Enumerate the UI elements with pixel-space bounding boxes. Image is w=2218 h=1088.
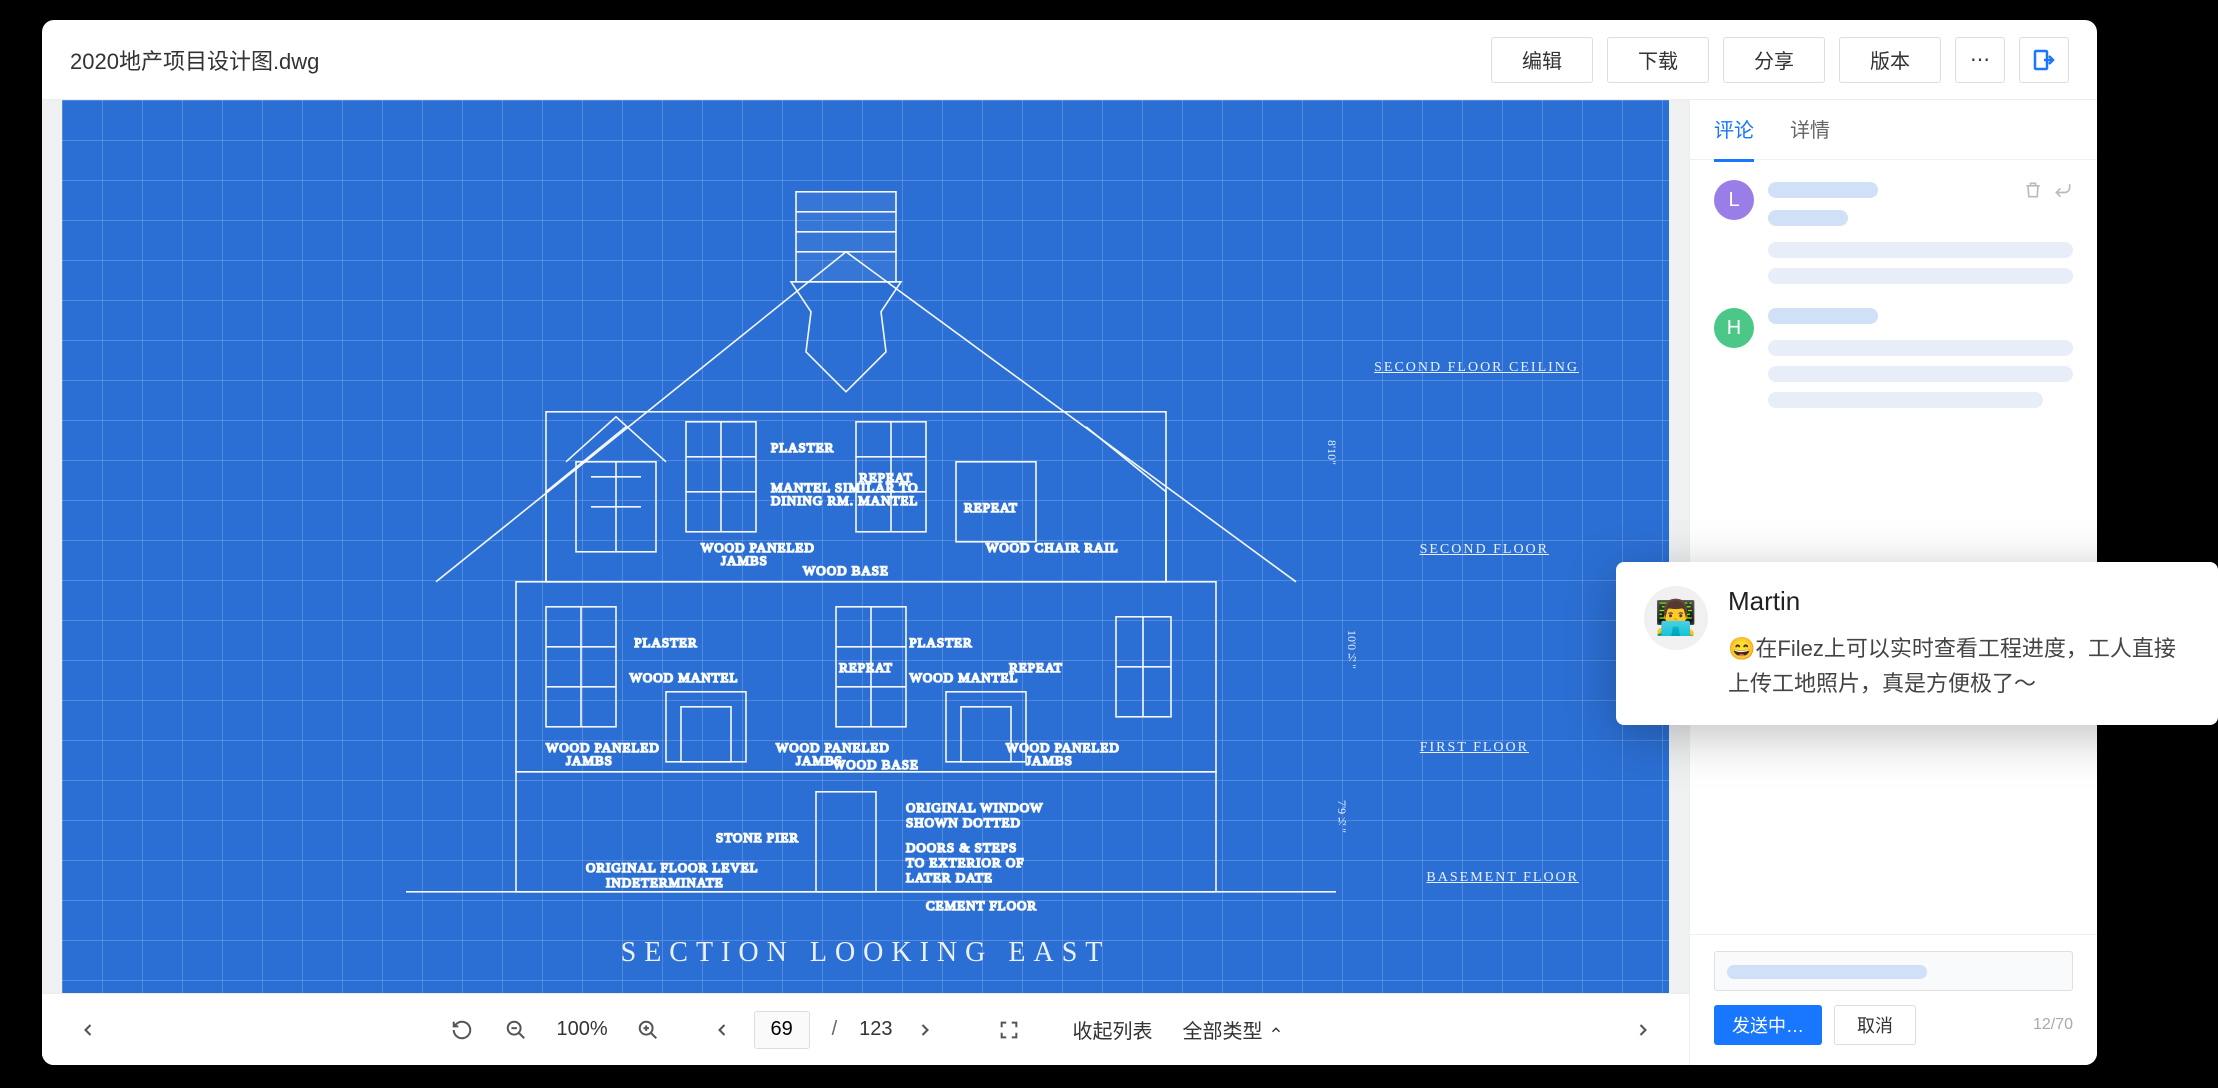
- svg-text:SHOWN DOTTED: SHOWN DOTTED: [906, 814, 1021, 829]
- svg-text:PLASTER: PLASTER: [634, 634, 697, 649]
- svg-text:WOOD CHAIR RAIL: WOOD CHAIR RAIL: [986, 539, 1119, 554]
- compose-area: 发送中… 取消 12/70: [1690, 934, 2097, 1065]
- svg-text:JAMBS: JAMBS: [566, 752, 613, 767]
- download-button[interactable]: 下载: [1607, 37, 1709, 83]
- svg-text:DINING RM. MANTEL: DINING RM. MANTEL: [771, 492, 918, 507]
- page-separator: /: [832, 1018, 838, 1041]
- svg-text:WOOD MANTEL: WOOD MANTEL: [909, 669, 1018, 684]
- svg-text:WOOD BASE: WOOD BASE: [833, 756, 919, 771]
- zoom-out-icon: [505, 1019, 527, 1041]
- svg-text:JAMBS: JAMBS: [1026, 752, 1073, 767]
- cancel-button[interactable]: 取消: [1834, 1005, 1916, 1045]
- edit-button[interactable]: 编辑: [1491, 37, 1593, 83]
- collapse-list-button[interactable]: 收起列表: [1061, 1015, 1165, 1044]
- blueprint-title: SECTION LOOKING EAST: [621, 937, 1111, 969]
- rotate-button[interactable]: [440, 1008, 484, 1052]
- chevron-left-icon: [78, 1020, 98, 1040]
- label-second-ceiling: SECOND FLOOR CEILING: [1374, 360, 1579, 376]
- page-total: 123: [859, 1018, 892, 1041]
- type-filter-button[interactable]: 全部类型: [1175, 1015, 1291, 1044]
- topbar: 2020地产项目设计图.dwg 编辑 下载 分享 版本 ⋯: [42, 20, 2097, 100]
- more-button[interactable]: ⋯: [1955, 37, 2005, 83]
- zoom-in-icon: [637, 1019, 659, 1041]
- avatar: L: [1714, 180, 1754, 220]
- next-page-button[interactable]: [903, 1008, 947, 1052]
- prev-file-button[interactable]: [66, 1008, 110, 1052]
- house-drawing: STONE PIER ORIGINAL WINDOW SHOWN DOTTED …: [286, 151, 1446, 911]
- viewer-panel: STONE PIER ORIGINAL WINDOW SHOWN DOTTED …: [42, 100, 1689, 1065]
- share-button[interactable]: 分享: [1723, 37, 1825, 83]
- comment-popup: 👨‍💻 Martin 😄在Filez上可以实时查看工程进度，工人直接上传工地照片…: [1616, 562, 2218, 725]
- rotate-icon: [451, 1019, 473, 1041]
- sidebar-tabs: 评论 详情: [1690, 100, 2097, 160]
- file-title: 2020地产项目设计图.dwg: [70, 44, 1477, 76]
- tab-comments[interactable]: 评论: [1714, 98, 1754, 162]
- trash-icon[interactable]: [2023, 180, 2043, 200]
- svg-text:ORIGINAL WINDOW: ORIGINAL WINDOW: [906, 799, 1043, 814]
- dim-lower: 7'9½": [1334, 800, 1349, 833]
- zoom-level: 100%: [556, 1018, 607, 1041]
- svg-text:WOOD MANTEL: WOOD MANTEL: [629, 669, 738, 684]
- label-first-floor: FIRST FLOOR: [1420, 740, 1529, 756]
- svg-text:JAMBS: JAMBS: [721, 552, 768, 567]
- page-input[interactable]: [754, 1011, 810, 1049]
- avatar: H: [1714, 308, 1754, 348]
- comments-list: L: [1690, 160, 2097, 934]
- svg-text:PLASTER: PLASTER: [909, 634, 972, 649]
- app-window: 2020地产项目设计图.dwg 编辑 下载 分享 版本 ⋯: [42, 20, 2097, 1065]
- tab-details[interactable]: 详情: [1790, 98, 1830, 162]
- prev-page-button[interactable]: [700, 1008, 744, 1052]
- svg-text:STONE PIER: STONE PIER: [716, 829, 799, 844]
- dim-upper: 8'10": [1324, 440, 1339, 465]
- svg-text:PLASTER: PLASTER: [771, 439, 834, 454]
- label-basement-floor: BASEMENT FLOOR: [1426, 870, 1579, 886]
- popup-avatar: 👨‍💻: [1644, 586, 1708, 650]
- svg-text:REPEAT: REPEAT: [1009, 659, 1063, 674]
- comment-input[interactable]: [1714, 951, 2073, 991]
- svg-text:LATER DATE: LATER DATE: [906, 869, 993, 884]
- svg-text:TO EXTERIOR OF: TO EXTERIOR OF: [906, 854, 1024, 869]
- popup-username: Martin: [1728, 586, 2190, 617]
- svg-text:REPEAT: REPEAT: [859, 469, 913, 484]
- expand-icon: [998, 1019, 1020, 1041]
- chevron-left-icon: [712, 1020, 732, 1040]
- next-file-button[interactable]: [1621, 1008, 1665, 1052]
- exit-button[interactable]: [2019, 37, 2069, 83]
- blueprint-canvas[interactable]: STONE PIER ORIGINAL WINDOW SHOWN DOTTED …: [62, 100, 1669, 993]
- svg-text:WOOD BASE: WOOD BASE: [803, 562, 889, 577]
- svg-text:INDETERMINATE: INDETERMINATE: [606, 874, 724, 889]
- svg-text:ORIGINAL FLOOR LEVEL: ORIGINAL FLOOR LEVEL: [586, 859, 759, 874]
- zoom-in-button[interactable]: [626, 1008, 670, 1052]
- chevron-right-icon: [915, 1020, 935, 1040]
- reply-icon[interactable]: [2053, 180, 2073, 200]
- ellipsis-icon: ⋯: [1970, 49, 1990, 71]
- svg-text:REPEAT: REPEAT: [964, 499, 1018, 514]
- chevron-up-icon: [1269, 1023, 1283, 1037]
- chevron-right-icon: [1633, 1020, 1653, 1040]
- char-counter: 12/70: [2033, 1016, 2073, 1034]
- comment-item[interactable]: L: [1714, 180, 2073, 284]
- exit-icon: [2032, 48, 2056, 72]
- popup-text: 😄在Filez上可以实时查看工程进度，工人直接上传工地照片，真是方便极了～: [1728, 631, 2190, 701]
- label-second-floor: SECOND FLOOR: [1420, 542, 1549, 558]
- fullscreen-button[interactable]: [987, 1008, 1031, 1052]
- zoom-out-button[interactable]: [494, 1008, 538, 1052]
- send-button[interactable]: 发送中…: [1714, 1005, 1822, 1045]
- comment-item[interactable]: H: [1714, 308, 2073, 408]
- bottombar: 100% / 123 收起列表 全部类型: [42, 993, 1689, 1065]
- svg-text:DOORS & STEPS: DOORS & STEPS: [906, 839, 1017, 854]
- version-button[interactable]: 版本: [1839, 37, 1941, 83]
- svg-text:CEMENT FLOOR: CEMENT FLOOR: [926, 897, 1037, 911]
- svg-text:REPEAT: REPEAT: [839, 659, 893, 674]
- dim-mid: 10'0½": [1344, 630, 1359, 669]
